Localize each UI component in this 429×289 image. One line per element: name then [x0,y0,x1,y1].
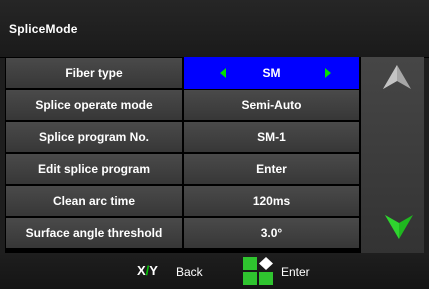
row-value-fiber-type[interactable]: SM [184,57,359,89]
x-key-label: X [137,263,146,278]
row-value: SM [262,66,281,80]
window-title: SpliceMode [9,22,78,36]
splice-mode-screen: SpliceMode Fiber type SM Splice operate … [0,0,429,289]
settings-row-splice-operate-mode[interactable]: Splice operate mode Semi-Auto [5,89,361,121]
row-label: Surface angle threshold [6,218,182,248]
settings-row-splice-program-no[interactable]: Splice program No. SM-1 [5,121,361,153]
row-label: Clean arc time [6,186,182,216]
row-label: Splice operate mode [6,90,182,120]
row-value[interactable]: 3.0° [184,218,359,248]
row-label: Edit splice program [6,154,182,184]
arrow-left-icon[interactable] [220,68,226,78]
row-value[interactable]: Semi-Auto [184,90,359,120]
enter-label[interactable]: Enter [281,265,310,279]
row-label: Splice program No. [6,122,182,152]
row-value[interactable]: 120ms [184,186,359,216]
footer-bar [0,253,429,289]
up-arrow-icon[interactable] [382,64,412,90]
arrow-right-icon[interactable] [325,68,331,78]
xy-back-key[interactable]: X/Y [137,263,158,278]
settings-row-edit-splice-program[interactable]: Edit splice program Enter [5,153,361,185]
settings-row-clean-arc-time[interactable]: Clean arc time 120ms [5,185,361,217]
row-value[interactable]: SM-1 [184,122,359,152]
title-bar: SpliceMode [0,0,429,58]
settings-panel: Fiber type SM Splice operate mode Semi-A… [5,57,424,253]
settings-row-surface-angle-threshold[interactable]: Surface angle threshold 3.0° [5,217,361,249]
down-arrow-icon[interactable] [384,214,414,240]
y-key-label: Y [149,263,158,278]
row-label: Fiber type [6,58,182,88]
row-value[interactable]: Enter [184,154,359,184]
back-label[interactable]: Back [176,265,203,279]
settings-row-fiber-type[interactable]: Fiber type SM [5,57,361,89]
enter-keypad-icon[interactable] [242,256,276,286]
